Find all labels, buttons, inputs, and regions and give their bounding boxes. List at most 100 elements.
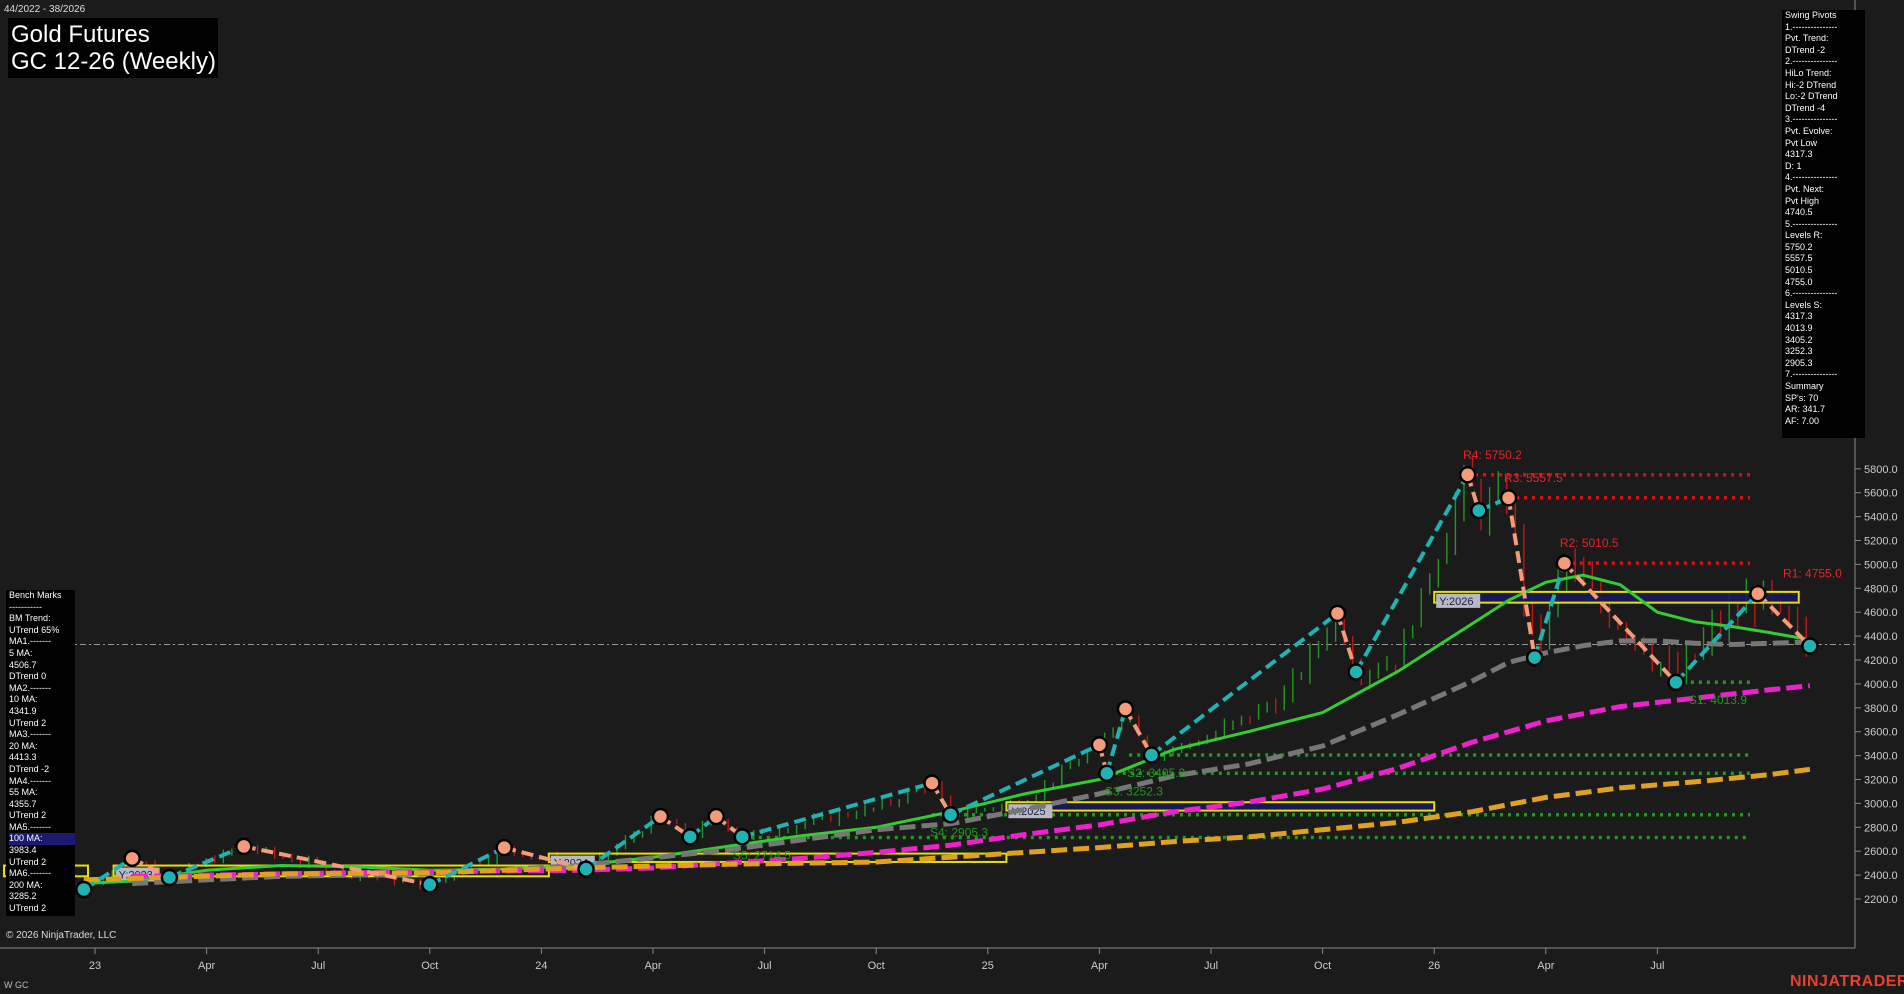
swing-low-marker <box>1098 764 1116 783</box>
x-tick-label: 23 <box>89 960 101 972</box>
panel-line: Lo:-2 DTrend <box>1785 91 1838 102</box>
panel-line: 5750.2 <box>1785 241 1813 252</box>
panel-line: DTrend -2 <box>9 763 50 774</box>
y-tick-label: 5400.0 <box>1864 512 1898 524</box>
x-tick-label: Jul <box>311 960 325 972</box>
support-level-label: S4: 2905.3 <box>930 826 988 840</box>
year-label: Y:2026 <box>1439 596 1473 608</box>
y-tick-label: 3000.0 <box>1864 798 1898 810</box>
y-tick-label: 2800.0 <box>1864 822 1898 834</box>
panel-line: Pvt. Evolve: <box>1785 125 1833 136</box>
panel-line: 1.--------------- <box>1785 21 1838 32</box>
panel-line: 6.--------------- <box>1785 288 1838 299</box>
panel-line: 4.--------------- <box>1785 172 1838 183</box>
year-range-box <box>1433 590 1800 604</box>
resistance-level-label: R3: 5557.5 <box>1504 471 1563 485</box>
swing-high-marker <box>1116 700 1135 718</box>
panel-line: Pvt High <box>1785 195 1820 206</box>
y-tick-label: 3200.0 <box>1864 775 1898 787</box>
swing-pivots-panel: Swing Pivots 1.--------------- Pvt. Trend:… <box>1782 10 1865 438</box>
panel-line: 4013.9 <box>1785 323 1813 334</box>
panel-line: ----------- <box>9 601 42 612</box>
swing-low-marker <box>1801 637 1819 655</box>
swing-high-marker <box>1328 604 1347 623</box>
panel-line: 4755.0 <box>1785 276 1813 287</box>
brand-logo: NINJATRADER <box>1790 973 1904 990</box>
y-tick-label: 2600.0 <box>1864 846 1898 858</box>
swing-high-marker <box>1499 489 1518 507</box>
swing-low-marker <box>421 875 439 894</box>
panel-line: Pvt. Next: <box>1785 183 1825 194</box>
date-range: 44/2022 - 38/2026 <box>4 4 86 15</box>
y-tick-label: 3600.0 <box>1864 727 1898 739</box>
panel-line: 5.--------------- <box>1785 218 1838 229</box>
panel-line: 4355.7 <box>9 798 37 809</box>
support-level-label: S1: 4013.9 <box>1689 693 1747 707</box>
swing-high-marker <box>651 807 670 826</box>
swing-low-marker <box>1525 648 1544 667</box>
panel-line: AF: 7.00 <box>1785 415 1820 426</box>
panel-line: Levels R: <box>1785 230 1823 241</box>
panel-line: UTrend 2 <box>9 856 47 867</box>
support-level-label: S3: 3252.3 <box>1105 784 1163 798</box>
y-tick-label: 5800.0 <box>1864 464 1898 476</box>
panel-line: 3.--------------- <box>1785 114 1838 125</box>
panel-line: 3252.3 <box>1785 346 1813 357</box>
panel-line: HiLo Trend: <box>1785 67 1832 78</box>
bench-marks-panel: Bench Marks ----------- BM Trend: UTrend 65… <box>6 590 75 916</box>
swing-low-marker <box>941 806 960 824</box>
x-tick-label: Apr <box>1091 960 1108 972</box>
panel-line: 3405.2 <box>1785 334 1813 345</box>
panel-line: D: 1 <box>1785 160 1802 171</box>
y-tick-label: 4200.0 <box>1864 655 1898 667</box>
panel-line: 5557.5 <box>1785 253 1813 264</box>
panel-line: 4740.5 <box>1785 207 1813 218</box>
copyright: © 2026 NinjaTrader, LLC <box>6 930 117 941</box>
plot-background <box>0 0 1855 948</box>
chart-title: Gold Futures <box>11 21 150 48</box>
panel-line: Swing Pivots <box>1785 10 1837 20</box>
panel-line: DTrend 0 <box>9 671 47 682</box>
panel-line: UTrend 2 <box>9 717 47 728</box>
panel-line: 10 MA: <box>9 694 38 705</box>
resistance-level-label: R2: 5010.5 <box>1560 536 1619 550</box>
chart-title-box: Gold Futures GC 12-26 (Weekly) <box>8 18 218 78</box>
x-tick-label: Jul <box>1204 960 1218 972</box>
panel-line: 2905.3 <box>1785 357 1813 368</box>
panel-line: Summary <box>1785 381 1824 391</box>
panel-line: UTrend 65% <box>9 624 60 635</box>
x-tick-label: Jul <box>1650 960 1664 972</box>
swing-low-marker <box>75 880 93 899</box>
price-chart[interactable]: 2200.0 2400.0 2600.0 2800.0 3000.0 3200.0 3400… <box>0 0 1904 994</box>
support-level-label: S5: 2714.5 <box>733 849 791 863</box>
y-tick-label: 4400.0 <box>1864 631 1898 643</box>
y-tick-label: 5200.0 <box>1864 536 1898 548</box>
panel-line: 4341.9 <box>9 705 37 716</box>
panel-line: 20 MA: <box>9 740 38 751</box>
panel-line: 2.--------------- <box>1785 56 1838 67</box>
swing-low-marker <box>1142 746 1161 764</box>
y-tick-label: 4800.0 <box>1864 583 1898 595</box>
y-tick-label: 2200.0 <box>1864 894 1898 906</box>
x-tick-label: Oct <box>1314 960 1331 972</box>
swing-high-marker <box>923 774 941 792</box>
panel-line: BM Trend: <box>9 613 51 624</box>
panel-line: 5010.5 <box>1785 265 1813 276</box>
swing-high-marker <box>123 849 141 868</box>
swing-high-marker <box>1458 466 1477 484</box>
swing-high-marker <box>495 838 513 857</box>
y-tick-label: 4600.0 <box>1864 607 1898 619</box>
support-level-label: S2: 3405.2 <box>1127 766 1185 780</box>
panel-line: Pvt. Trend: <box>1785 33 1829 44</box>
swing-low-marker <box>1667 673 1685 692</box>
panel-line: Hi:-2 DTrend <box>1785 79 1837 90</box>
panel-line: 3983.4 <box>9 845 37 856</box>
swing-low-marker <box>1470 501 1488 520</box>
instrument-label: W GC <box>4 980 29 990</box>
x-tick-label: 24 <box>535 960 547 972</box>
y-tick-label: 3800.0 <box>1864 703 1898 715</box>
panel-line: 4506.7 <box>9 659 37 670</box>
x-tick-label: 26 <box>1428 960 1440 972</box>
x-tick-label: Apr <box>198 960 215 972</box>
panel-line: 4317.3 <box>1785 149 1813 160</box>
